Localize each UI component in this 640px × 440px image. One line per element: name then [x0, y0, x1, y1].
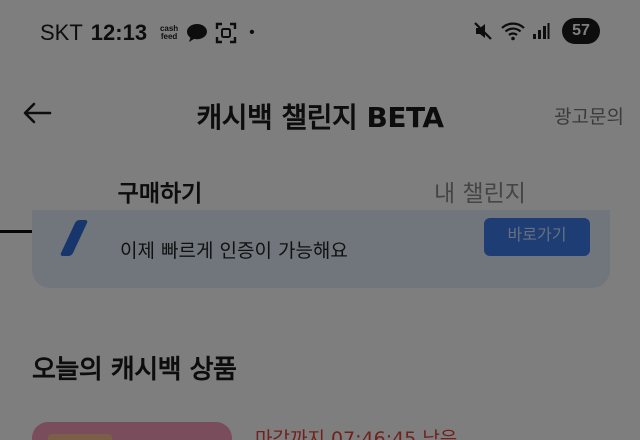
- chat-bubble-icon: [185, 22, 209, 44]
- app-bar: 캐시백 챌린지 BETA 광고문의: [0, 80, 640, 146]
- carrier-name: SKT: [40, 20, 83, 45]
- section-title: 오늘의 캐시백 상품: [32, 355, 237, 385]
- ad-inquiry-link[interactable]: 광고문의: [554, 102, 624, 129]
- page-title: 캐시백 챌린지 BETA: [196, 101, 444, 134]
- status-bar: SKT 12:13 cash feed • 57: [0, 0, 640, 66]
- product-thumbnail[interactable]: [32, 422, 232, 440]
- banner-text: 이제 빠르게 인증이 가능해요: [120, 240, 348, 262]
- mute-icon: [472, 20, 494, 42]
- signal-icon: [532, 22, 550, 40]
- status-icons-right: 57: [472, 18, 600, 44]
- notification-dot-icon: •: [249, 24, 255, 41]
- product-thumbnail-label: [48, 434, 112, 440]
- banner-action-button[interactable]: 바로가기: [484, 218, 590, 256]
- product-deadline: 마감까지 07:46:45 남음: [255, 428, 458, 440]
- status-time: 12:13: [90, 20, 148, 45]
- banner-graphic-icon: [59, 220, 89, 256]
- verification-banner[interactable]: 이제 빠르게 인증이 가능해요 바로가기: [32, 210, 610, 288]
- cashfeed-label-bottom: feed: [160, 32, 178, 41]
- screenshot-icon: [215, 22, 237, 44]
- battery-icon: 57: [562, 18, 600, 44]
- cashfeed-icon: cash feed: [157, 25, 181, 41]
- wifi-icon: [500, 21, 526, 41]
